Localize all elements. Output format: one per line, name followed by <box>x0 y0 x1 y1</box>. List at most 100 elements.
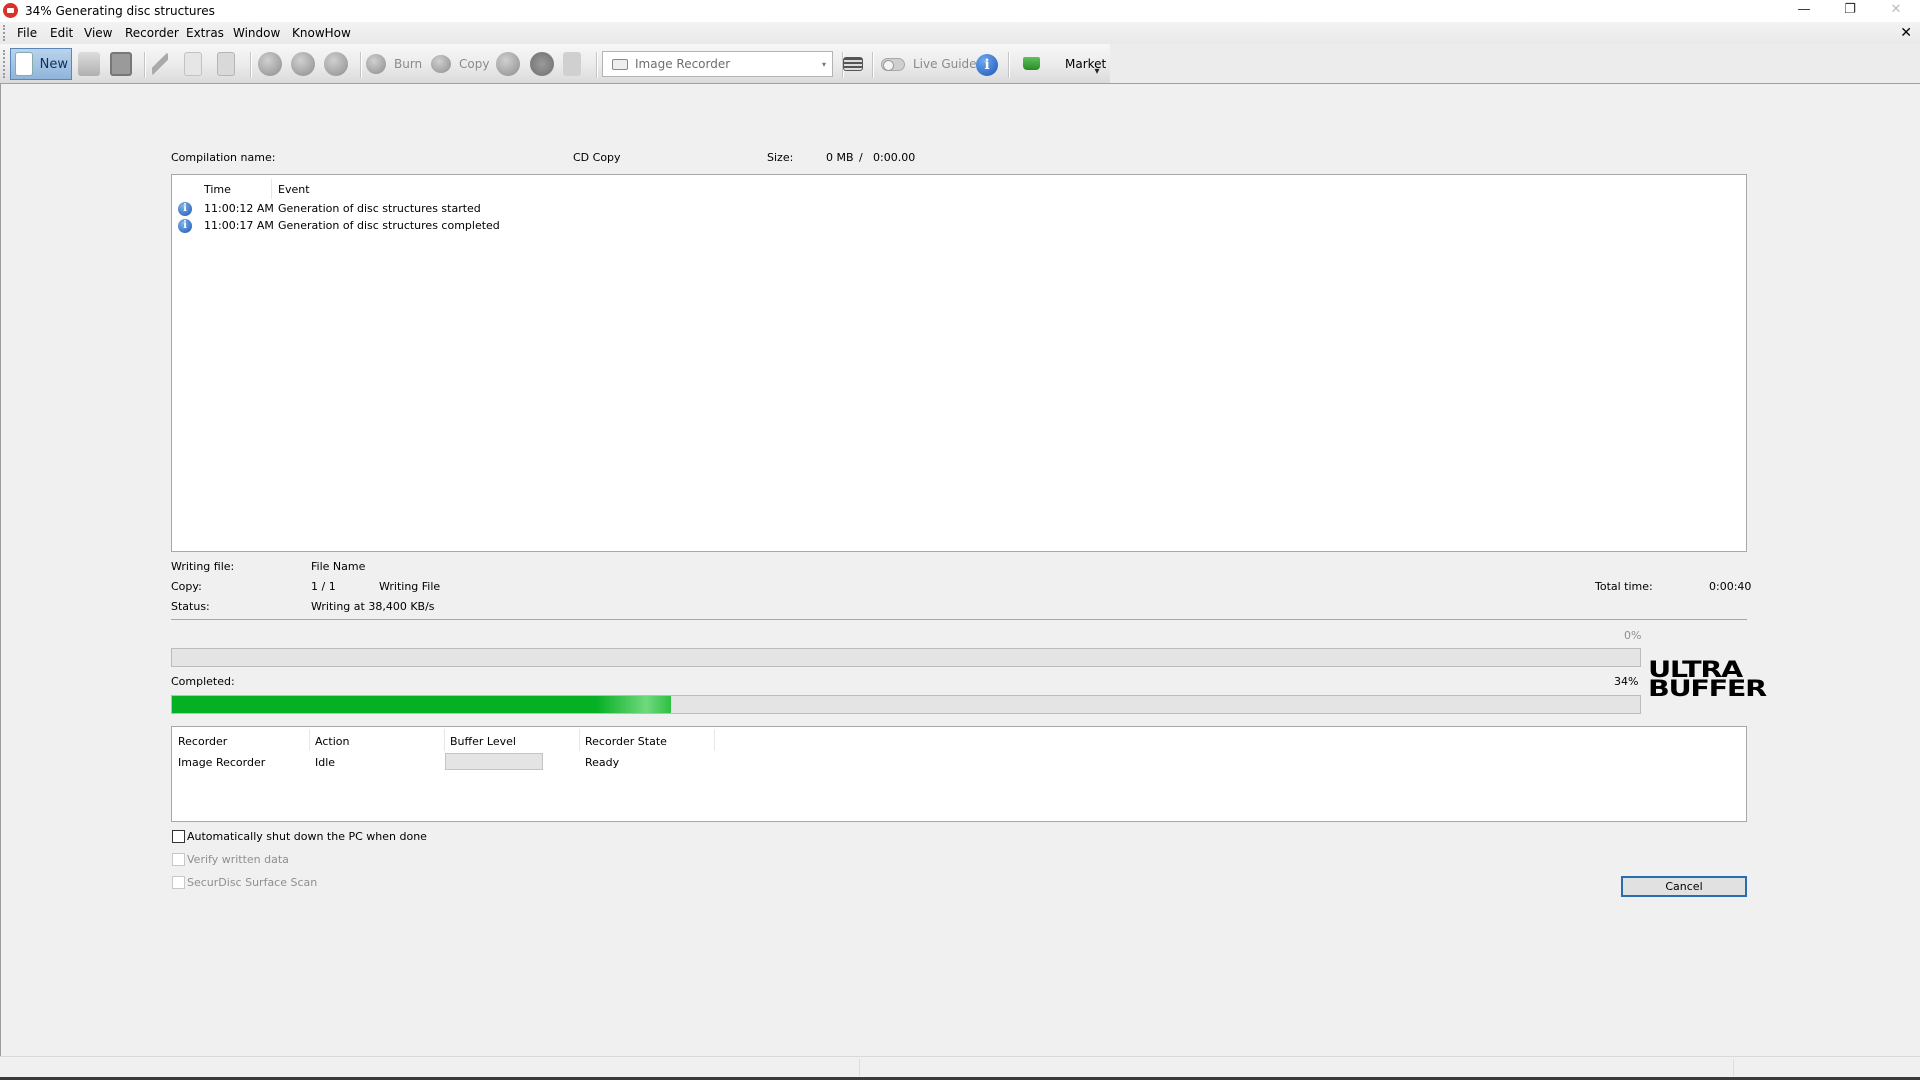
toolbar-separator <box>360 52 361 78</box>
disc-info-i-button[interactable] <box>496 48 520 80</box>
copy-label: Copy: <box>171 580 202 593</box>
total-time-value: 0:00:40 <box>1709 580 1752 593</box>
log-row[interactable]: i 11:00:12 AM Generation of disc structu… <box>178 201 878 217</box>
column-separator[interactable] <box>579 729 580 751</box>
info-icon[interactable]: i <box>976 54 998 76</box>
toolbar-grip[interactable] <box>3 50 5 78</box>
log-event: Generation of disc structures completed <box>278 219 500 232</box>
disc-info-button[interactable] <box>291 48 315 80</box>
menu-view[interactable]: View <box>84 26 112 40</box>
toolbar: New Burn Copy Live Guide Market <box>0 44 1110 84</box>
app-icon <box>3 3 18 18</box>
track-progress-bar <box>171 648 1641 667</box>
menu-bar: File Edit View Recorder Extras Window Kn… <box>0 22 1920 44</box>
log-time: 11:00:17 AM <box>204 219 274 232</box>
duration-value: 0:00.00 <box>873 151 916 164</box>
recorder-state-header[interactable]: Recorder State <box>585 735 667 748</box>
action-header[interactable]: Action <box>315 735 349 748</box>
column-separator[interactable] <box>271 179 272 199</box>
log-row[interactable]: i 11:00:17 AM Generation of disc structu… <box>178 218 878 234</box>
column-separator[interactable] <box>309 729 310 751</box>
toolbar-separator <box>872 52 873 78</box>
completed-percent: 34% <box>1614 675 1639 688</box>
menu-knowhow[interactable]: KnowHow <box>292 26 351 40</box>
window-title: 34% Generating disc structures <box>25 4 215 18</box>
status-bar <box>0 1056 1920 1077</box>
restore-button[interactable]: ❐ <box>1827 0 1873 22</box>
menu-file[interactable]: File <box>17 26 37 40</box>
recorder-select-value: Image Recorder <box>635 57 731 71</box>
verify-data-label[interactable]: Verify written data <box>187 853 289 866</box>
paste-button[interactable] <box>217 48 235 80</box>
erase-button[interactable] <box>324 48 348 80</box>
market-icon[interactable] <box>1023 57 1040 70</box>
recorder-state: Ready <box>585 756 620 769</box>
burn-icon <box>366 54 386 74</box>
copy-disc-button[interactable]: Copy <box>431 48 489 80</box>
paste-icon <box>217 52 235 76</box>
copy-button[interactable] <box>184 48 202 80</box>
home-button[interactable] <box>258 48 282 80</box>
recorder-select[interactable]: Image Recorder ▾ <box>602 51 833 77</box>
copy-disc-icon <box>431 55 451 73</box>
securdisc-scan-checkbox[interactable] <box>172 876 185 889</box>
live-guide-label[interactable]: Live Guide <box>913 57 977 71</box>
close-button[interactable]: ✕ <box>1873 0 1919 22</box>
new-document-icon <box>15 52 33 76</box>
burn-button[interactable]: Burn <box>366 48 422 80</box>
securdisc-scan-label[interactable]: SecurDisc Surface Scan <box>187 876 317 889</box>
toolbar-overflow-button[interactable]: ▾ <box>1090 66 1104 82</box>
home-icon <box>258 52 282 76</box>
erase-icon <box>324 52 348 76</box>
buffer-level-header[interactable]: Buffer Level <box>450 735 516 748</box>
event-log[interactable]: Time Event i 11:00:12 AM Generation of d… <box>171 174 1747 552</box>
writing-file-label: Writing file: <box>171 560 235 573</box>
save-button[interactable] <box>110 48 132 80</box>
auto-shutdown-checkbox[interactable] <box>172 830 185 843</box>
open-button[interactable] <box>78 48 100 80</box>
size-value: 0 MB <box>826 151 854 164</box>
new-button[interactable]: New <box>10 48 72 80</box>
total-time-label: Total time: <box>1595 580 1653 593</box>
column-separator[interactable] <box>444 729 445 751</box>
cancel-button[interactable]: Cancel <box>1621 876 1747 897</box>
log-time: 11:00:12 AM <box>204 202 274 215</box>
log-header-time[interactable]: Time <box>204 183 231 196</box>
open-icon <box>78 52 100 76</box>
status-label: Status: <box>171 600 210 613</box>
recorder-icon <box>612 59 628 70</box>
info-icon: i <box>178 219 192 233</box>
completed-progress-bar <box>171 695 1641 714</box>
minimize-button[interactable]: — <box>1781 0 1827 22</box>
save-icon <box>110 52 132 76</box>
recorder-name[interactable]: Image Recorder <box>178 756 265 769</box>
toolbar-background <box>1110 44 1920 83</box>
eject-button[interactable] <box>530 48 554 80</box>
menu-recorder[interactable]: Recorder <box>125 26 179 40</box>
column-separator[interactable] <box>714 729 715 751</box>
copy-disc-button-label: Copy <box>459 57 490 71</box>
menu-window[interactable]: Window <box>233 26 280 40</box>
menu-grip[interactable] <box>3 25 5 41</box>
disc-info-icon <box>291 52 315 76</box>
auto-shutdown-label[interactable]: Automatically shut down the PC when done <box>187 830 427 843</box>
recorder-table[interactable]: Recorder Action Buffer Level Recorder St… <box>171 726 1747 822</box>
drive-button[interactable] <box>563 48 581 80</box>
verify-data-checkbox[interactable] <box>172 853 185 866</box>
info-icon: i <box>178 202 192 216</box>
recorder-header[interactable]: Recorder <box>178 735 227 748</box>
status-value: Writing at 38,400 KB/s <box>311 600 435 613</box>
recorder-list-button[interactable] <box>843 48 863 80</box>
copy-value: 1 / 1 <box>311 580 336 593</box>
live-guide-toggle[interactable] <box>881 58 905 71</box>
menu-edit[interactable]: Edit <box>50 26 73 40</box>
toolbar-separator <box>1008 52 1009 78</box>
compilation-name-label: Compilation name: <box>171 151 276 164</box>
drive-icon <box>563 52 581 76</box>
log-header-event[interactable]: Event <box>278 183 310 196</box>
document-close-icon[interactable]: ✕ <box>1900 25 1912 41</box>
cut-button[interactable] <box>152 48 168 80</box>
menu-extras[interactable]: Extras <box>186 26 224 40</box>
size-separator: / <box>859 151 863 164</box>
compilation-name-value: CD Copy <box>573 151 621 164</box>
